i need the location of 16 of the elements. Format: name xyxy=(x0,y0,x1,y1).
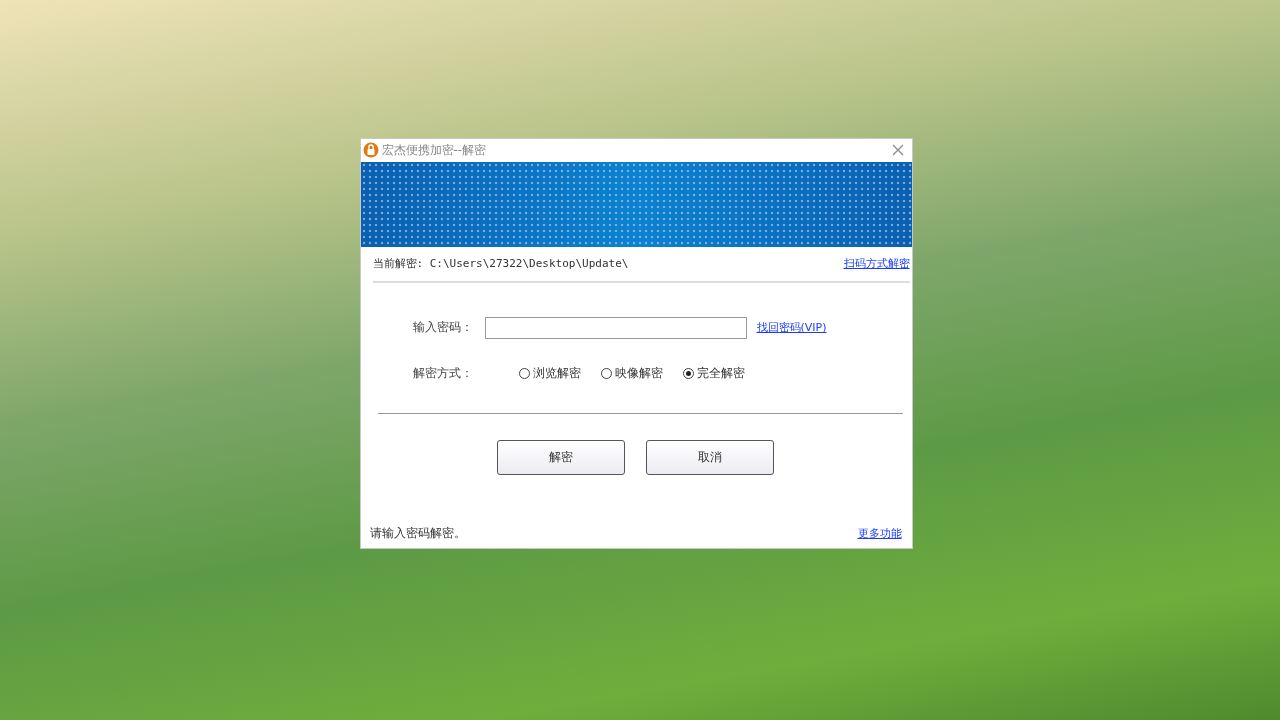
cancel-button[interactable]: 取消 xyxy=(645,439,774,475)
window-title: 宏杰便携加密--解密 xyxy=(381,141,488,159)
recover-password-link[interactable]: 找回密码(VIP) xyxy=(756,320,827,335)
mode-label: 解密方式： xyxy=(412,364,474,382)
scan-decrypt-link[interactable]: 扫码方式解密 xyxy=(843,256,910,271)
password-field[interactable] xyxy=(484,316,747,339)
radio-option[interactable]: 完全解密 xyxy=(682,364,745,382)
padlock-icon xyxy=(362,142,379,158)
close-icon[interactable] xyxy=(891,144,904,156)
radio-option[interactable]: 浏览解密 xyxy=(518,364,581,382)
status-text: 请输入密码解密。 xyxy=(369,524,466,542)
more-features-link[interactable]: 更多功能 xyxy=(857,525,902,541)
radio-option[interactable]: 映像解密 xyxy=(600,364,663,382)
decrypt-button[interactable]: 解密 xyxy=(496,439,625,475)
current-path-text: 当前解密: C:\Users\27322\Desktop\Update\ xyxy=(372,256,629,271)
password-label: 输入密码： xyxy=(412,319,474,336)
